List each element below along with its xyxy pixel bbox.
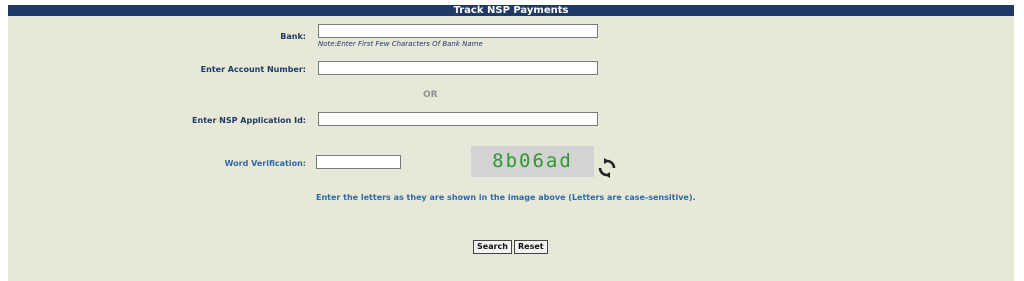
application-id-input[interactable] — [318, 112, 598, 126]
application-id-label: Enter NSP Application Id: — [192, 116, 306, 125]
search-button[interactable]: Search — [473, 240, 512, 254]
captcha-image: 8b06ad — [471, 146, 594, 177]
title-bar: Track NSP Payments — [8, 5, 1014, 16]
account-number-label: Enter Account Number: — [200, 65, 306, 74]
word-verification-input[interactable] — [316, 155, 401, 169]
or-separator: OR — [423, 90, 438, 100]
account-number-input[interactable] — [318, 61, 598, 75]
reset-button[interactable]: Reset — [514, 240, 548, 254]
word-verification-label: Word Verification: — [224, 159, 306, 168]
bank-note: Note:Enter First Few Characters Of Bank … — [318, 40, 483, 48]
captcha-instructions: Enter the letters as they are shown in t… — [316, 193, 696, 202]
form-panel: Track NSP Payments Bank: Note:Enter Firs… — [8, 5, 1014, 281]
bank-label: Bank: — [280, 32, 306, 41]
refresh-icon[interactable] — [597, 158, 617, 178]
bank-input[interactable] — [318, 24, 598, 38]
